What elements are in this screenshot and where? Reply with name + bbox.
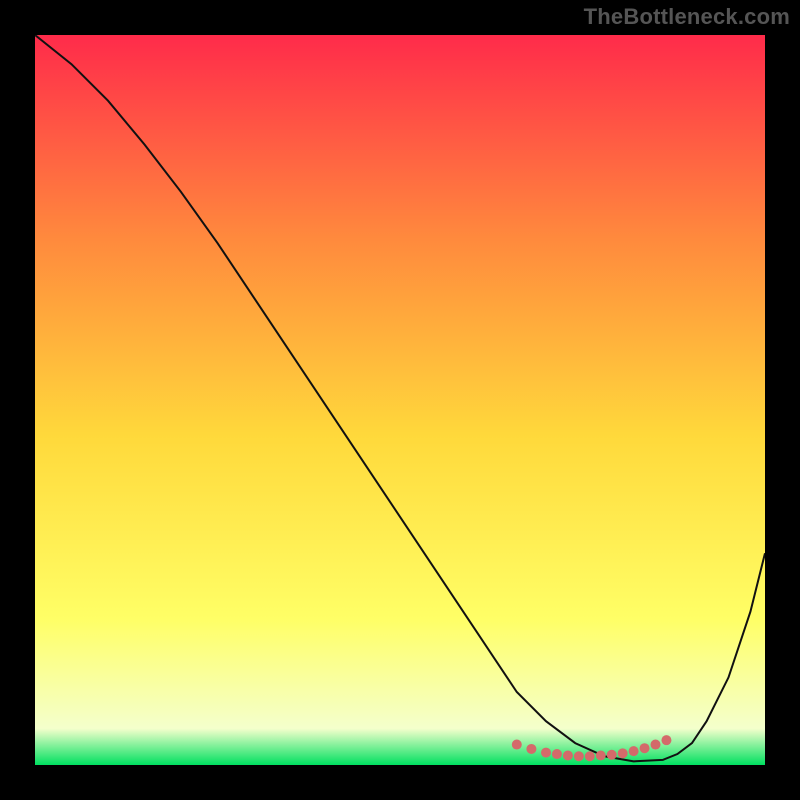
optimal-point [512,740,522,750]
optimal-point [629,746,639,756]
optimal-point [618,748,628,758]
watermark-label: TheBottleneck.com [584,4,790,30]
chart-container: TheBottleneck.com [0,0,800,800]
optimal-point [640,743,650,753]
optimal-point [585,751,595,761]
optimal-point [596,751,606,761]
optimal-point [574,751,584,761]
optimal-point [552,749,562,759]
optimal-point [526,744,536,754]
optimal-point [563,751,573,761]
plot-frame [35,35,765,765]
optimal-point [651,740,661,750]
optimal-point [541,748,551,758]
optimal-point [607,750,617,760]
optimal-point [661,735,671,745]
plot-svg [35,35,765,765]
